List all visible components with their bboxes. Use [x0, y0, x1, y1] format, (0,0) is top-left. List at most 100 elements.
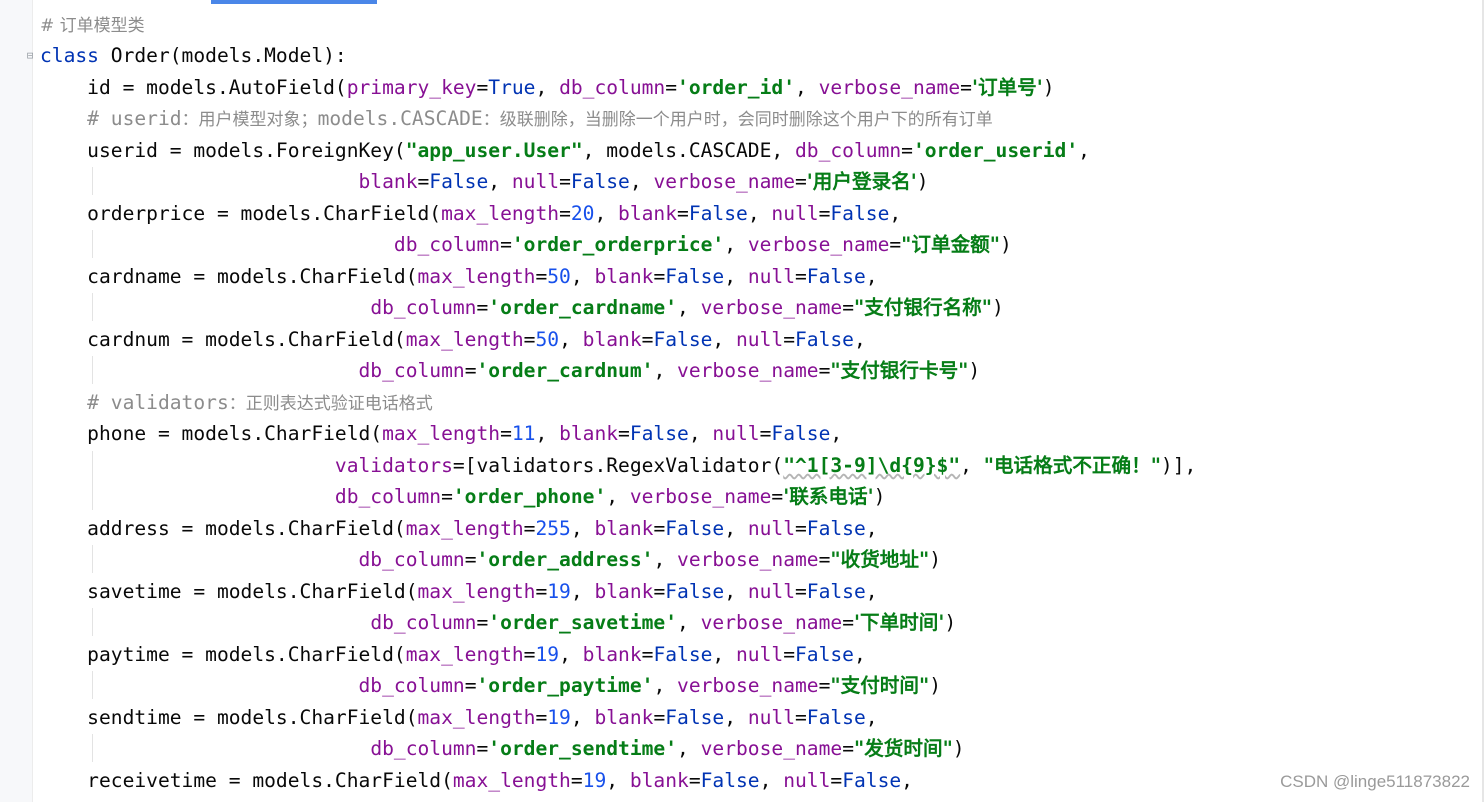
code-token: =	[795, 580, 807, 603]
code-line-sendtime-field: sendtime = models.CharField(max_length=1…	[40, 702, 877, 733]
code-token: =	[464, 674, 477, 697]
code-token: =	[795, 706, 807, 729]
code-token: False	[806, 706, 866, 729]
code-token: =	[653, 706, 666, 729]
code-token: False	[795, 643, 854, 666]
code-line-comment: # validators：正则表达式验证电话格式	[40, 387, 433, 418]
code-token: =	[464, 359, 477, 382]
code-token: )	[999, 233, 1012, 256]
code-token: ,	[653, 359, 678, 382]
code-token: =	[559, 202, 571, 225]
code-token: verbose_name	[653, 170, 795, 193]
code-token: verbose_name	[677, 548, 819, 571]
code-token: =	[570, 769, 583, 792]
code-token: '用户登录名'	[806, 170, 917, 193]
code-line-userid-field: userid = models.ForeignKey("app_user.Use…	[40, 135, 1090, 166]
code-token: 19	[547, 580, 571, 603]
code-token: =	[476, 76, 489, 99]
code-token: ,	[865, 265, 878, 288]
code-token: =	[452, 454, 465, 477]
code-token: ,	[559, 328, 583, 351]
code-token: False	[771, 422, 831, 445]
code-token: False	[806, 265, 866, 288]
code-token: 11	[511, 422, 536, 445]
code-editor[interactable]: # 订单模型类 class Order(models.Model): id = …	[40, 9, 1470, 802]
code-token: null	[771, 202, 819, 225]
code-token: =	[818, 548, 831, 571]
code-token: db_column	[370, 737, 477, 760]
code-token: 50	[547, 265, 571, 288]
code-token: 19	[582, 769, 607, 792]
code-token: =	[653, 517, 666, 540]
code-token: ,	[865, 517, 878, 540]
code-token: False	[653, 643, 713, 666]
code-token: 'order_orderprice'	[511, 233, 725, 256]
code-token: validators	[334, 454, 453, 477]
code-token: False	[842, 769, 902, 792]
code-token: phone = models.CharField(	[40, 422, 383, 445]
code-token: null	[747, 517, 795, 540]
code-token: "^1[3-9]\d{9}$"	[783, 454, 961, 477]
code-line-comment: # userid：用户模型对象；models.CASCADE：级联删除，当删除一…	[40, 103, 993, 134]
code-line-continuation: db_column='order_address', verbose_name=…	[40, 544, 941, 575]
code-token: )	[929, 674, 941, 697]
code-token: max_length	[382, 422, 501, 445]
code-token: verbose_name	[700, 611, 843, 634]
code-token: False	[570, 170, 630, 193]
code-token: =	[476, 737, 489, 760]
code-line-continuation: db_column='order_orderprice', verbose_na…	[40, 229, 1012, 260]
code-line-continuation: db_column='order_cardname', verbose_name…	[40, 292, 1003, 323]
code-line-orderprice-field: orderprice = models.CharField(max_length…	[40, 198, 901, 229]
code-line-continuation: db_column='order_paytime', verbose_name=…	[40, 670, 941, 701]
code-token: blank	[594, 706, 654, 729]
code-token: null	[712, 422, 760, 445]
code-token: db_column	[370, 611, 477, 634]
code-token: paytime = models.CharField(	[40, 643, 406, 666]
code-token: False	[665, 265, 725, 288]
code-token: verbose_name	[700, 737, 843, 760]
code-line-continuation: db_column='order_cardnum', verbose_name=…	[40, 355, 981, 386]
code-token: 'order_cardnum'	[476, 359, 654, 382]
code-token: ,	[724, 580, 748, 603]
code-line-continuation: db_column='order_sendtime', verbose_name…	[40, 733, 964, 764]
code-token: =	[641, 328, 654, 351]
code-token: "支付时间"	[830, 674, 930, 697]
code-token: userid = models.ForeignKey(	[40, 139, 406, 162]
code-token: ,	[570, 580, 595, 603]
code-token: # userid	[40, 107, 182, 130]
code-token: verbose_name	[700, 296, 843, 319]
code-token: =	[523, 517, 536, 540]
code-token: False	[665, 706, 725, 729]
code-token: max_length	[417, 706, 536, 729]
code-token: =	[500, 422, 512, 445]
code-token: ,	[594, 202, 619, 225]
code-token: =	[535, 265, 548, 288]
code-token: ,	[677, 737, 701, 760]
code-token: =	[688, 769, 701, 792]
code-token: cardnum = models.CharField(	[40, 328, 406, 351]
watermark: CSDN @linge511873822	[1280, 772, 1470, 791]
code-token: ,	[853, 328, 866, 351]
code-token: =	[665, 76, 678, 99]
code-token: =	[795, 517, 807, 540]
code-token: blank	[618, 202, 678, 225]
code-line-continuation: db_column='order_savetime', verbose_name…	[40, 607, 956, 638]
fold-minus-icon[interactable]: ⊟	[24, 49, 36, 63]
code-token: verbose_name	[677, 359, 819, 382]
code-token: ,	[795, 76, 819, 99]
code-token: False	[806, 580, 866, 603]
code-token: )	[944, 611, 957, 634]
code-token: =	[417, 170, 430, 193]
code-line-cardnum-field: cardnum = models.CharField(max_length=50…	[40, 324, 866, 355]
code-token: ,	[570, 706, 595, 729]
code-token: ,	[724, 233, 748, 256]
code-token: "收货地址"	[830, 548, 930, 571]
code-token: max_length	[452, 769, 571, 792]
code-token: orderprice = models.CharField(	[40, 202, 442, 225]
